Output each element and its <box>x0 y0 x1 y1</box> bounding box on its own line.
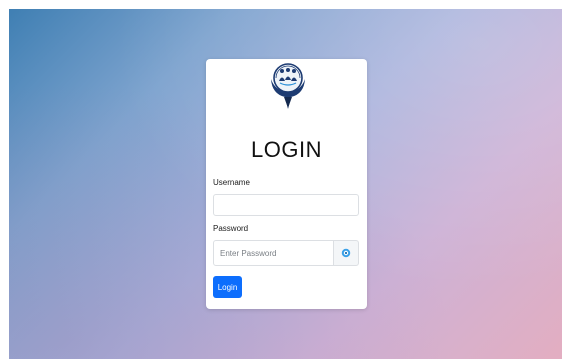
login-card: LOGIN Username Password Login <box>206 59 367 309</box>
username-field[interactable] <box>213 194 359 216</box>
login-button[interactable]: Login <box>213 276 242 298</box>
password-input-group <box>213 240 359 266</box>
page-title: LOGIN <box>251 137 322 162</box>
toggle-password-visibility-button[interactable] <box>333 240 359 266</box>
password-field[interactable] <box>213 240 334 266</box>
organization-logo-icon <box>271 63 305 109</box>
username-label: Username <box>213 178 250 187</box>
page-background: LOGIN Username Password Login <box>9 9 562 359</box>
password-label: Password <box>213 224 249 233</box>
eye-icon <box>341 248 351 258</box>
